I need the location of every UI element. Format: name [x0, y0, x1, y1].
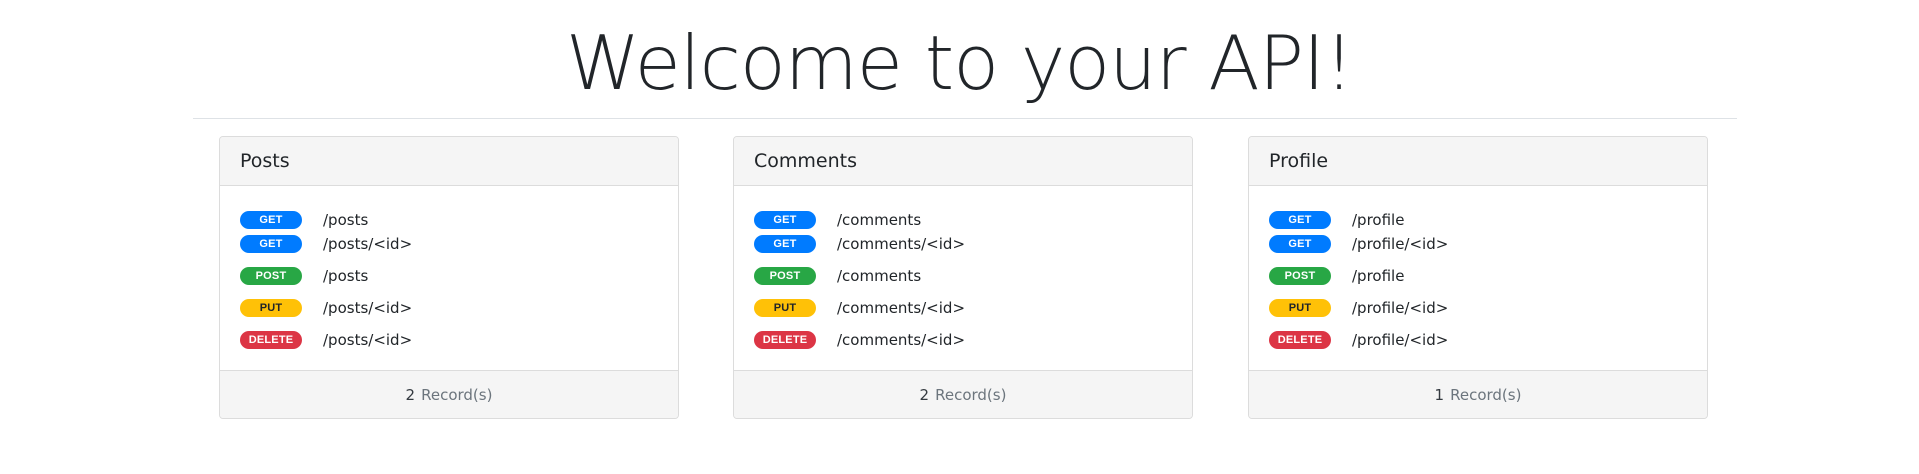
record-count-label: Record(s) [935, 386, 1007, 404]
endpoint-item[interactable]: DELETE /comments/<id> [754, 330, 965, 350]
endpoint-path[interactable]: /comments/<id> [837, 330, 965, 350]
method-badge-get: GET [1269, 235, 1331, 253]
endpoint-path[interactable]: /profile/<id> [1352, 330, 1448, 350]
record-count-label: Record(s) [421, 386, 493, 404]
endpoint-item[interactable]: DELETE /posts/<id> [240, 330, 412, 350]
endpoint-item[interactable]: GET /posts/<id> [240, 234, 412, 254]
endpoint-item[interactable]: POST /posts [240, 266, 368, 286]
resource-card-profile: Profile GET /profile GET /profile/<id> P… [1248, 136, 1708, 419]
record-count-label: Record(s) [1450, 386, 1522, 404]
endpoint-path[interactable]: /posts/<id> [323, 234, 412, 254]
card-header: Comments [734, 137, 1192, 186]
endpoint-path[interactable]: /comments/<id> [837, 234, 965, 254]
title-divider [193, 118, 1737, 119]
endpoint-item[interactable]: GET /comments/<id> [754, 234, 965, 254]
method-badge-put: PUT [1269, 299, 1331, 317]
method-badge-get: GET [1269, 211, 1331, 229]
card-footer: 2 Record(s) [220, 370, 678, 418]
page-title: Welcome to your API! [565, 19, 1354, 107]
method-badge-get: GET [240, 211, 302, 229]
resource-card-posts: Posts GET /posts GET /posts/<id> POST /p… [219, 136, 679, 419]
endpoint-path[interactable]: /profile/<id> [1352, 298, 1448, 318]
method-badge-delete: DELETE [1269, 331, 1331, 349]
record-count: 1 [1434, 386, 1445, 404]
endpoint-path[interactable]: /posts [323, 266, 368, 286]
record-count: 2 [919, 386, 930, 404]
method-badge-delete: DELETE [754, 331, 816, 349]
method-badge-get: GET [754, 211, 816, 229]
endpoint-path[interactable]: /posts/<id> [323, 298, 412, 318]
endpoint-item[interactable]: PUT /profile/<id> [1269, 298, 1448, 318]
endpoint-path[interactable]: /posts [323, 210, 368, 230]
endpoint-list: GET /profile GET /profile/<id> POST /pro… [1249, 186, 1707, 370]
endpoint-item[interactable]: DELETE /profile/<id> [1269, 330, 1448, 350]
method-badge-post: POST [240, 267, 302, 285]
endpoint-path[interactable]: /profile [1352, 266, 1404, 286]
method-badge-put: PUT [754, 299, 816, 317]
resource-card-comments: Comments GET /comments GET /comments/<id… [733, 136, 1193, 419]
card-header: Posts [220, 137, 678, 186]
method-badge-get: GET [240, 235, 302, 253]
endpoint-path[interactable]: /comments/<id> [837, 298, 965, 318]
endpoint-item[interactable]: POST /profile [1269, 266, 1404, 286]
method-badge-post: POST [754, 267, 816, 285]
record-count: 2 [405, 386, 416, 404]
method-badge-delete: DELETE [240, 331, 302, 349]
endpoint-item[interactable]: GET /profile/<id> [1269, 234, 1448, 254]
endpoint-path[interactable]: /comments [837, 266, 921, 286]
endpoint-item[interactable]: PUT /posts/<id> [240, 298, 412, 318]
method-badge-put: PUT [240, 299, 302, 317]
endpoint-path[interactable]: /profile/<id> [1352, 234, 1448, 254]
endpoint-item[interactable]: POST /comments [754, 266, 921, 286]
endpoint-path[interactable]: /comments [837, 210, 921, 230]
endpoint-path[interactable]: /posts/<id> [323, 330, 412, 350]
endpoint-item[interactable]: GET /posts [240, 210, 368, 230]
card-footer: 2 Record(s) [734, 370, 1192, 418]
card-footer: 1 Record(s) [1249, 370, 1707, 418]
endpoint-item[interactable]: GET /comments [754, 210, 921, 230]
method-badge-post: POST [1269, 267, 1331, 285]
endpoint-list: GET /posts GET /posts/<id> POST /posts P… [220, 186, 678, 370]
endpoint-item[interactable]: PUT /comments/<id> [754, 298, 965, 318]
endpoint-item[interactable]: GET /profile [1269, 210, 1404, 230]
endpoint-list: GET /comments GET /comments/<id> POST /c… [734, 186, 1192, 370]
method-badge-get: GET [754, 235, 816, 253]
card-header: Profile [1249, 137, 1707, 186]
endpoint-path[interactable]: /profile [1352, 210, 1404, 230]
